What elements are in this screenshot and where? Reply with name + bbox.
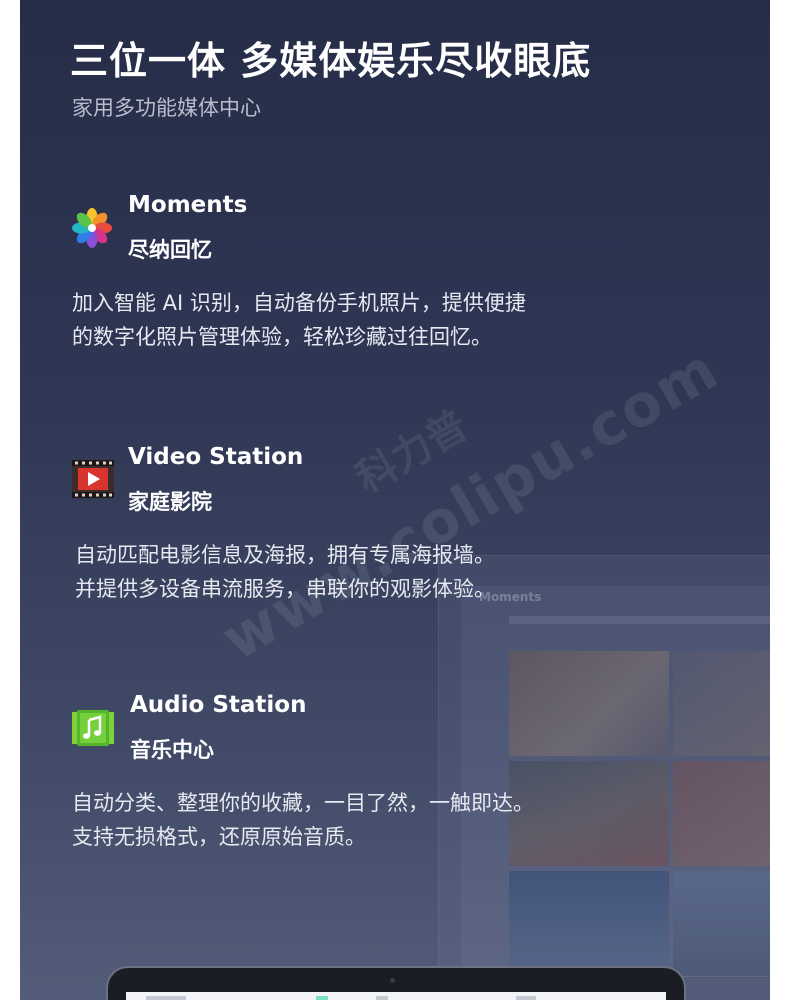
feature-description: 自动分类、整理你的收藏，一目了然，一触即达。 支持无损格式，还原原始音质。 — [72, 786, 672, 854]
page-subtitle: 家用多功能媒体中心 — [72, 96, 261, 120]
background-app-toolbar — [509, 616, 770, 624]
feature-subtitle: 音乐中心 — [130, 738, 214, 762]
background-photo-tile — [673, 651, 770, 756]
feature-name: Moments — [128, 192, 248, 218]
description-line: 并提供多设备串流服务，串联你的观影体验。 — [75, 577, 495, 601]
laptop-illustration — [106, 966, 686, 1000]
laptop-camera — [390, 978, 395, 983]
feature-subtitle: 家庭影院 — [128, 490, 212, 514]
background-photo-app-screenshot: Moments — [438, 555, 770, 977]
description-line: 加入智能 AI 识别，自动备份手机照片，提供便捷 — [72, 291, 526, 315]
description-line: 自动分类、整理你的收藏，一目了然，一触即达。 — [72, 791, 534, 815]
laptop-screen — [126, 992, 666, 1000]
moments-pinwheel-icon — [72, 208, 112, 248]
background-photo-tile — [509, 651, 669, 756]
audio-station-music-icon — [72, 710, 114, 746]
description-line: 的数字化照片管理体验，轻松珍藏过往回忆。 — [72, 325, 492, 349]
promo-panel: Moments 科力普 www.colipu.com 三位一体 多媒体娱乐尽收眼… — [20, 0, 770, 1000]
background-photo-tile — [673, 761, 770, 866]
background-photo-tile — [509, 871, 669, 976]
feature-subtitle: 尽纳回忆 — [128, 238, 212, 262]
background-photo-tile — [673, 871, 770, 976]
feature-description: 自动匹配电影信息及海报，拥有专属海报墙。 并提供多设备串流服务，串联你的观影体验… — [75, 538, 675, 606]
feature-name: Audio Station — [130, 692, 307, 718]
description-line: 支持无损格式，还原原始音质。 — [72, 825, 366, 849]
video-station-film-icon — [72, 460, 114, 498]
page-title: 三位一体 多媒体娱乐尽收眼底 — [70, 39, 592, 83]
feature-description: 加入智能 AI 识别，自动备份手机照片，提供便捷 的数字化照片管理体验，轻松珍藏… — [72, 286, 672, 354]
description-line: 自动匹配电影信息及海报，拥有专属海报墙。 — [75, 543, 495, 567]
feature-name: Video Station — [128, 444, 304, 470]
